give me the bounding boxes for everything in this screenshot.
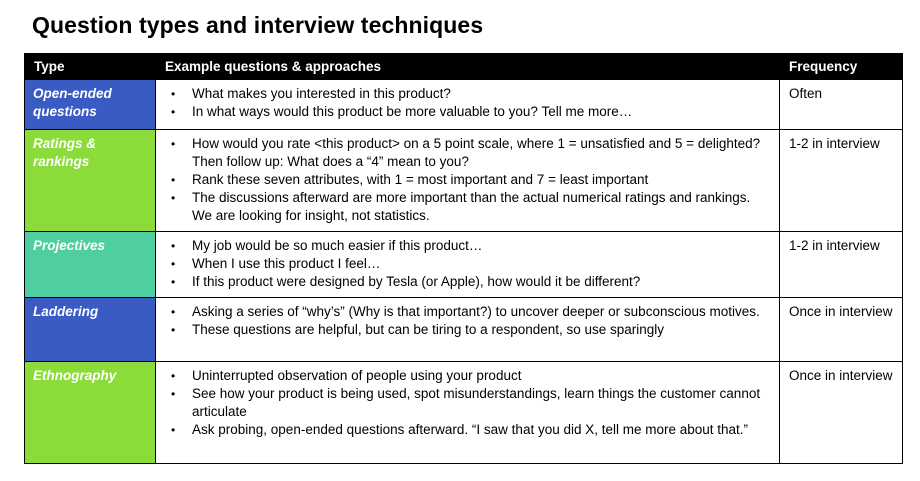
- page-title: Question types and interview techniques: [32, 12, 484, 38]
- table-row: Open-ended questions What makes you inte…: [24, 79, 903, 130]
- type-cell: Ratings & rankings: [24, 129, 156, 232]
- bullet-item: Asking a series of “why’s” (Why is that …: [156, 303, 771, 321]
- table-row: Ethnography Uninterrupted observation of…: [24, 361, 903, 464]
- examples-cell: Uninterrupted observation of people usin…: [155, 361, 780, 464]
- table-row: Ratings & rankings How would you rate <t…: [24, 129, 903, 232]
- type-cell: Open-ended questions: [24, 79, 156, 130]
- bullet-item: What makes you interested in this produc…: [156, 85, 771, 103]
- frequency-cell: Once in interview: [779, 361, 903, 464]
- bullet-item: In what ways would this product be more …: [156, 103, 771, 121]
- type-cell: Projectives: [24, 231, 156, 298]
- frequency-cell: 1-2 in interview: [779, 231, 903, 298]
- bullet-item: How would you rate <this product> on a 5…: [156, 135, 771, 171]
- bullet-item: Ask probing, open-ended questions afterw…: [156, 421, 771, 439]
- frequency-cell: Once in interview: [779, 297, 903, 362]
- bullet-item: These questions are helpful, but can be …: [156, 321, 771, 339]
- bullet-list: Uninterrupted observation of people usin…: [156, 367, 771, 439]
- table-row: Laddering Asking a series of “why’s” (Wh…: [24, 297, 903, 362]
- table-row: Projectives My job would be so much easi…: [24, 231, 903, 298]
- header-type: Type: [24, 53, 156, 80]
- bullet-item: When I use this product I feel…: [156, 255, 771, 273]
- bullet-list: What makes you interested in this produc…: [156, 85, 771, 121]
- examples-cell: My job would be so much easier if this p…: [155, 231, 780, 298]
- bullet-list: How would you rate <this product> on a 5…: [156, 135, 771, 225]
- bullet-item: Uninterrupted observation of people usin…: [156, 367, 771, 385]
- frequency-cell: Often: [779, 79, 903, 130]
- type-cell: Ethnography: [24, 361, 156, 464]
- header-frequency: Frequency: [779, 53, 903, 80]
- frequency-cell: 1-2 in interview: [779, 129, 903, 232]
- type-cell: Laddering: [24, 297, 156, 362]
- bullet-item: The discussions afterward are more impor…: [156, 189, 771, 225]
- examples-cell: Asking a series of “why’s” (Why is that …: [155, 297, 780, 362]
- bullet-item: See how your product is being used, spot…: [156, 385, 771, 421]
- bullet-list: My job would be so much easier if this p…: [156, 237, 771, 291]
- question-types-table: Type Example questions & approaches Freq…: [24, 53, 903, 464]
- table-header-row: Type Example questions & approaches Freq…: [24, 53, 903, 80]
- examples-cell: What makes you interested in this produc…: [155, 79, 780, 130]
- bullet-item: My job would be so much easier if this p…: [156, 237, 771, 255]
- bullet-item: If this product were designed by Tesla (…: [156, 273, 771, 291]
- header-examples: Example questions & approaches: [155, 53, 780, 80]
- examples-cell: How would you rate <this product> on a 5…: [155, 129, 780, 232]
- bullet-item: Rank these seven attributes, with 1 = mo…: [156, 171, 771, 189]
- bullet-list: Asking a series of “why’s” (Why is that …: [156, 303, 771, 339]
